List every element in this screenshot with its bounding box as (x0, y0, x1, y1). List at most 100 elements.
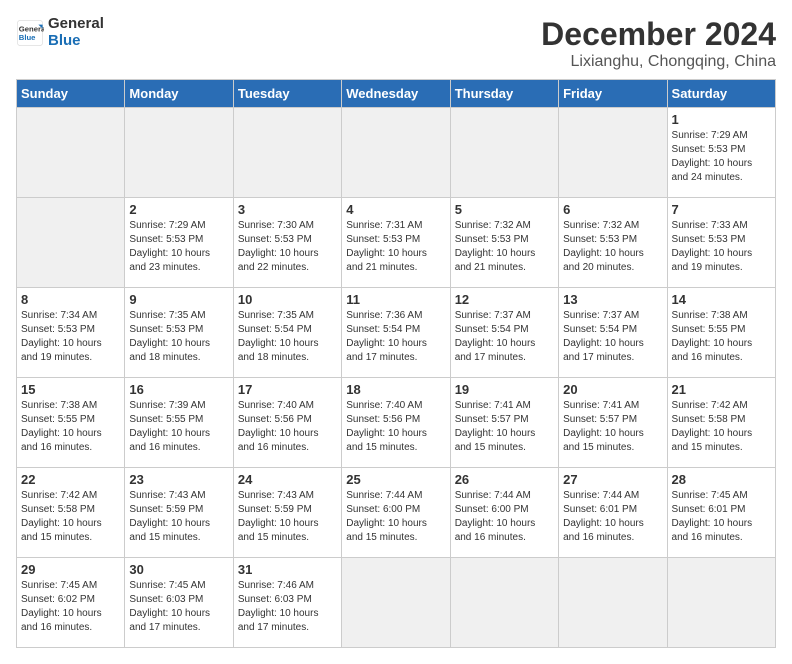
weekday-header-sunday: Sunday (17, 80, 125, 108)
title-area: December 2024 Lixianghu, Chongqing, Chin… (541, 16, 776, 71)
day-number: 30 (129, 562, 228, 577)
calendar-cell (342, 558, 450, 648)
day-number: 16 (129, 382, 228, 397)
day-number: 7 (672, 202, 771, 217)
calendar-cell: 4Sunrise: 7:31 AMSunset: 5:53 PMDaylight… (342, 198, 450, 288)
calendar-cell: 11Sunrise: 7:36 AMSunset: 5:54 PMDayligh… (342, 288, 450, 378)
calendar-cell: 25 Sunrise: 7:44 AMSunset: 6:00 PMDayligh… (342, 468, 450, 558)
calendar-cell: 27Sunrise: 7:44 AMSunset: 6:01 PMDayligh… (559, 468, 667, 558)
svg-text:Blue: Blue (19, 33, 36, 42)
day-number: 10 (238, 292, 337, 307)
calendar-cell: 9 Sunrise: 7:35 AMSunset: 5:53 PMDaylight… (125, 288, 233, 378)
calendar-week-4: 22 Sunrise: 7:42 AMSunset: 5:58 PMDayligh… (17, 468, 776, 558)
day-number: 5 (455, 202, 554, 217)
day-info: Sunrise: 7:29 AMSunset: 5:53 PMDaylight:… (672, 129, 771, 185)
calendar-cell: 31 Sunrise: 7:46 AMSunset: 6:03 PMDayligh… (233, 558, 341, 648)
day-info: Sunrise: 7:45 AMSunset: 6:03 PMDaylight:… (129, 579, 228, 635)
calendar-cell: 3Sunrise: 7:30 AMSunset: 5:53 PMDaylight… (233, 198, 341, 288)
weekday-header-friday: Friday (559, 80, 667, 108)
day-number: 31 (238, 562, 337, 577)
day-number: 13 (563, 292, 662, 307)
calendar-cell: 28 Sunrise: 7:45 AMSunset: 6:01 PMDayligh… (667, 468, 775, 558)
day-info: Sunrise: 7:31 AMSunset: 5:53 PMDaylight:… (346, 219, 445, 275)
day-number: 17 (238, 382, 337, 397)
calendar-cell (559, 108, 667, 198)
day-number: 24 (238, 472, 337, 487)
calendar-week-1: 2 Sunrise: 7:29 AMSunset: 5:53 PMDaylight… (17, 198, 776, 288)
day-number: 6 (563, 202, 662, 217)
day-info: Sunrise: 7:41 AMSunset: 5:57 PMDaylight:… (563, 399, 662, 455)
calendar-cell: 12 Sunrise: 7:37 AMSunset: 5:54 PMDayligh… (450, 288, 558, 378)
day-info: Sunrise: 7:37 AMSunset: 5:54 PMDaylight:… (455, 309, 554, 365)
header: General Blue General Blue December 2024 … (16, 16, 776, 71)
calendar-cell: 7 Sunrise: 7:33 AMSunset: 5:53 PMDaylight… (667, 198, 775, 288)
day-info: Sunrise: 7:38 AMSunset: 5:55 PMDaylight:… (21, 399, 120, 455)
calendar-cell: 26 Sunrise: 7:44 AMSunset: 6:00 PMDayligh… (450, 468, 558, 558)
calendar-cell: 6Sunrise: 7:32 AMSunset: 5:53 PMDaylight… (559, 198, 667, 288)
day-number: 29 (21, 562, 120, 577)
day-info: Sunrise: 7:30 AMSunset: 5:53 PMDaylight:… (238, 219, 337, 275)
calendar-cell: 30 Sunrise: 7:45 AMSunset: 6:03 PMDayligh… (125, 558, 233, 648)
weekday-header-saturday: Saturday (667, 80, 775, 108)
day-info: Sunrise: 7:44 AMSunset: 6:00 PMDaylight:… (455, 489, 554, 545)
day-number: 14 (672, 292, 771, 307)
calendar-cell (233, 108, 341, 198)
calendar-table: SundayMondayTuesdayWednesdayThursdayFrid… (16, 79, 776, 648)
day-info: Sunrise: 7:41 AMSunset: 5:57 PMDaylight:… (455, 399, 554, 455)
calendar-cell: 23Sunrise: 7:43 AMSunset: 5:59 PMDayligh… (125, 468, 233, 558)
weekday-header-tuesday: Tuesday (233, 80, 341, 108)
day-info: Sunrise: 7:42 AMSunset: 5:58 PMDaylight:… (21, 489, 120, 545)
day-info: Sunrise: 7:40 AMSunset: 5:56 PMDaylight:… (346, 399, 445, 455)
calendar-cell (559, 558, 667, 648)
day-number: 22 (21, 472, 120, 487)
day-number: 12 (455, 292, 554, 307)
calendar-cell (125, 108, 233, 198)
day-info: Sunrise: 7:33 AMSunset: 5:53 PMDaylight:… (672, 219, 771, 275)
day-info: Sunrise: 7:45 AMSunset: 6:01 PMDaylight:… (672, 489, 771, 545)
location-title: Lixianghu, Chongqing, China (541, 53, 776, 71)
calendar-cell: 10 Sunrise: 7:35 AMSunset: 5:54 PMDayligh… (233, 288, 341, 378)
day-number: 8 (21, 292, 120, 307)
weekday-header-wednesday: Wednesday (342, 80, 450, 108)
day-info: Sunrise: 7:38 AMSunset: 5:55 PMDaylight:… (672, 309, 771, 365)
day-number: 21 (672, 382, 771, 397)
calendar-week-0: 1Sunrise: 7:29 AMSunset: 5:53 PMDaylight… (17, 108, 776, 198)
day-info: Sunrise: 7:39 AMSunset: 5:55 PMDaylight:… (129, 399, 228, 455)
weekday-header-thursday: Thursday (450, 80, 558, 108)
calendar-cell: 14 Sunrise: 7:38 AMSunset: 5:55 PMDayligh… (667, 288, 775, 378)
day-info: Sunrise: 7:43 AMSunset: 5:59 PMDaylight:… (238, 489, 337, 545)
day-number: 18 (346, 382, 445, 397)
calendar-week-2: 8Sunrise: 7:34 AMSunset: 5:53 PMDaylight… (17, 288, 776, 378)
day-info: Sunrise: 7:44 AMSunset: 6:00 PMDaylight:… (346, 489, 445, 545)
day-number: 28 (672, 472, 771, 487)
day-info: Sunrise: 7:46 AMSunset: 6:03 PMDaylight:… (238, 579, 337, 635)
day-info: Sunrise: 7:29 AMSunset: 5:53 PMDaylight:… (129, 219, 228, 275)
day-info: Sunrise: 7:45 AMSunset: 6:02 PMDaylight:… (21, 579, 120, 635)
day-number: 19 (455, 382, 554, 397)
logo-line2: Blue (48, 33, 104, 50)
weekday-header-monday: Monday (125, 80, 233, 108)
day-info: Sunrise: 7:35 AMSunset: 5:53 PMDaylight:… (129, 309, 228, 365)
day-number: 2 (129, 202, 228, 217)
day-number: 23 (129, 472, 228, 487)
calendar-week-3: 15Sunrise: 7:38 AMSunset: 5:55 PMDayligh… (17, 378, 776, 468)
day-info: Sunrise: 7:35 AMSunset: 5:54 PMDaylight:… (238, 309, 337, 365)
calendar-cell: 29 Sunrise: 7:45 AMSunset: 6:02 PMDayligh… (17, 558, 125, 648)
day-number: 9 (129, 292, 228, 307)
weekday-header-row: SundayMondayTuesdayWednesdayThursdayFrid… (17, 80, 776, 108)
day-number: 26 (455, 472, 554, 487)
calendar-cell: 8Sunrise: 7:34 AMSunset: 5:53 PMDaylight… (17, 288, 125, 378)
day-info: Sunrise: 7:42 AMSunset: 5:58 PMDaylight:… (672, 399, 771, 455)
day-number: 11 (346, 292, 445, 307)
calendar-cell: 1Sunrise: 7:29 AMSunset: 5:53 PMDaylight… (667, 108, 775, 198)
calendar-cell: 21 Sunrise: 7:42 AMSunset: 5:58 PMDayligh… (667, 378, 775, 468)
logo: General Blue General Blue (16, 16, 104, 49)
day-number: 25 (346, 472, 445, 487)
calendar-cell (450, 108, 558, 198)
day-info: Sunrise: 7:37 AMSunset: 5:54 PMDaylight:… (563, 309, 662, 365)
calendar-cell: 16 Sunrise: 7:39 AMSunset: 5:55 PMDayligh… (125, 378, 233, 468)
logo-line1: General (48, 16, 104, 33)
calendar-week-5: 29 Sunrise: 7:45 AMSunset: 6:02 PMDayligh… (17, 558, 776, 648)
calendar-cell: 24 Sunrise: 7:43 AMSunset: 5:59 PMDayligh… (233, 468, 341, 558)
day-info: Sunrise: 7:32 AMSunset: 5:53 PMDaylight:… (455, 219, 554, 275)
